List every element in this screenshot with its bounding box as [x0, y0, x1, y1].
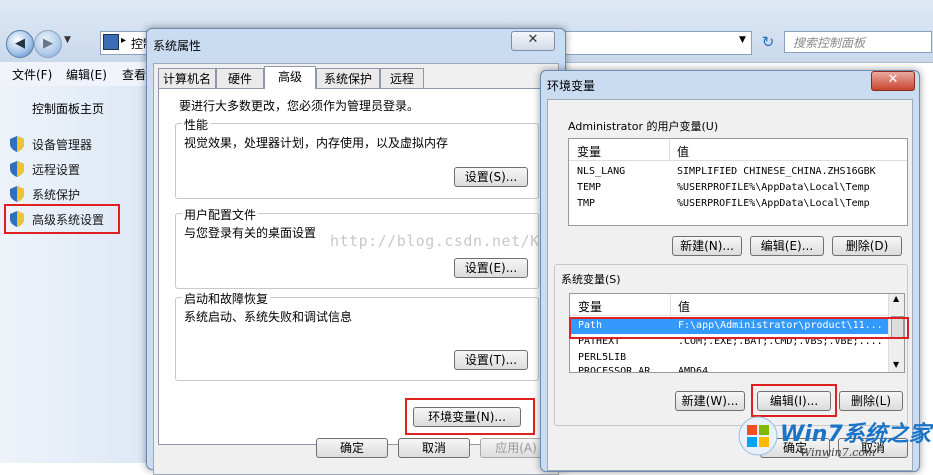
system-variables-label: 系统变量(S) [561, 273, 621, 286]
task-device-manager[interactable]: 设备管理器 [32, 136, 92, 153]
task-advanced-system-settings[interactable]: 高级系统设置 [32, 211, 104, 228]
user-new-button[interactable]: 新建(N)... [672, 236, 742, 256]
tab-computer-name[interactable]: 计算机名 [158, 68, 216, 88]
performance-settings-button[interactable]: 设置(S)... [454, 167, 528, 187]
breadcrumb-separator-icon: ▸ [121, 35, 127, 46]
close-button[interactable]: ✕ [511, 31, 555, 51]
list-header: 变量 值 [570, 294, 888, 316]
performance-group: 性能 视觉效果，处理器计划，内存使用，以及虚拟内存 设置(S)... [175, 116, 539, 199]
dialog-client: 计算机名 硬件 高级 系统保护 远程 要进行大多数更改，您必须作为管理员登录。 … [153, 63, 559, 475]
shield-icon [10, 136, 24, 152]
window-title: 环境变量 [547, 79, 596, 93]
forward-button[interactable]: ▶ [34, 30, 62, 58]
system-edit-button[interactable]: 编辑(I)... [757, 391, 831, 411]
startup-settings-button[interactable]: 设置(T)... [454, 350, 528, 370]
cancel-button[interactable]: 取消 [398, 438, 470, 458]
tab-panel: 要进行大多数更改，您必须作为管理员登录。 性能 视觉效果，处理器计划，内存使用，… [158, 88, 552, 445]
scroll-up-icon[interactable]: ▲ [893, 294, 899, 303]
back-arrow-icon: ◀ [15, 36, 25, 51]
group-description: 系统启动、系统失败和调试信息 [184, 310, 353, 324]
history-dropdown-icon[interactable]: ▼ [64, 35, 71, 45]
system-var-value: F:\app\Administrator\product\11... [678, 320, 883, 331]
close-icon: ✕ [527, 32, 539, 47]
user-var-name[interactable]: TEMP [577, 180, 667, 196]
shield-icon [10, 211, 24, 227]
environment-variables-button[interactable]: 环境变量(N)... [413, 407, 521, 427]
menu-view[interactable]: 查看 [122, 66, 146, 83]
column-divider [670, 294, 671, 315]
system-variables-list[interactable]: 变量 值 Path F:\app\Administrator\product\1… [569, 293, 905, 373]
system-variables-group: 系统变量(S) 变量 值 Path F:\app\Administrator\p… [554, 264, 909, 426]
shield-icon [10, 186, 24, 202]
system-var-name: Path [578, 320, 603, 331]
tab-hardware[interactable]: 硬件 [216, 68, 264, 88]
control-panel-home-link[interactable]: 控制面板主页 [32, 100, 104, 117]
system-var-value[interactable]: .COM;.EXE;.BAT;.CMD;.VBS;.VBE;.... [678, 334, 888, 350]
close-icon: ✕ [887, 72, 899, 87]
group-title: 启动和故障恢复 [182, 290, 271, 307]
logo-url: Winwin7.com [800, 446, 876, 459]
task-remote-settings[interactable]: 远程设置 [32, 161, 80, 178]
startup-recovery-group: 启动和故障恢复 系统启动、系统失败和调试信息 设置(T)... [175, 290, 539, 381]
task-system-protection[interactable]: 系统保护 [32, 186, 80, 203]
column-header-variable[interactable]: 变量 [578, 298, 602, 315]
system-var-name[interactable]: PROCESSOR_AR... [578, 364, 668, 372]
control-panel-icon [103, 34, 119, 50]
system-delete-button[interactable]: 删除(L) [839, 391, 903, 411]
back-button[interactable]: ◀ [6, 30, 34, 58]
refresh-icon[interactable]: ↻ [758, 33, 778, 51]
scroll-thumb[interactable] [891, 316, 904, 338]
close-button[interactable]: ✕ [871, 71, 915, 91]
user-var-name[interactable]: NLS_LANG [577, 164, 667, 180]
user-var-value[interactable]: %USERPROFILE%\AppData\Local\Temp [677, 196, 903, 212]
user-var-value[interactable]: SIMPLIFIED CHINESE_CHINA.ZHS16GBK [677, 164, 903, 180]
tab-remote[interactable]: 远程 [380, 68, 424, 88]
column-header-value[interactable]: 值 [677, 143, 689, 160]
user-var-name[interactable]: TMP [577, 196, 667, 212]
system-var-name[interactable]: PATHEXT [578, 334, 668, 350]
list-scrollbar[interactable]: ▲ ▼ [888, 294, 904, 372]
logo-text: Win7系统之家 [780, 422, 931, 447]
ok-button[interactable]: 确定 [316, 438, 388, 458]
user-profiles-settings-button[interactable]: 设置(E)... [454, 258, 528, 278]
column-header-variable[interactable]: 变量 [577, 143, 601, 160]
search-input[interactable]: 搜索控制面板 [784, 31, 932, 53]
user-variables-list[interactable]: 变量 值 NLS_LANG SIMPLIFIED CHINESE_CHINA.Z… [568, 138, 908, 226]
user-var-value[interactable]: %USERPROFILE%\AppData\Local\Temp [677, 180, 903, 196]
system-var-value[interactable]: AMD64 [678, 364, 888, 372]
group-title: 用户配置文件 [182, 206, 259, 223]
win7-logo: Win7系统之家 Winwin7.com [736, 412, 933, 463]
column-divider [669, 139, 670, 160]
windows-flag-icon [738, 416, 778, 456]
menu-bar: 文件(F) 编辑(E) 查看 [0, 62, 148, 86]
user-delete-button[interactable]: 删除(D) [832, 236, 902, 256]
window-title: 系统属性 [153, 39, 202, 53]
system-new-button[interactable]: 新建(W)... [675, 391, 745, 411]
group-description: 与您登录有关的桌面设置 [184, 226, 317, 240]
admin-note: 要进行大多数更改，您必须作为管理员登录。 [179, 99, 420, 113]
user-edit-button[interactable]: 编辑(E)... [750, 236, 824, 256]
user-variables-label: Administrator 的用户变量(U) [568, 120, 719, 133]
user-profiles-group: 用户配置文件 与您登录有关的桌面设置 设置(E)... [175, 206, 539, 289]
menu-file[interactable]: 文件(F) [12, 66, 52, 83]
forward-arrow-icon: ▶ [43, 36, 53, 51]
group-description: 视觉效果，处理器计划，内存使用，以及虚拟内存 [184, 136, 449, 150]
shield-icon [10, 161, 24, 177]
group-title: 性能 [182, 116, 211, 133]
list-header: 变量 值 [569, 139, 907, 161]
address-dropdown-icon[interactable]: ▼ [739, 35, 746, 45]
task-pane: 控制面板主页 设备管理器 远程设置 系统保护 高级系统设置 [0, 86, 148, 463]
table-row-selected[interactable]: Path F:\app\Administrator\product\11... [570, 318, 888, 334]
tab-advanced[interactable]: 高级 [264, 66, 316, 89]
menu-edit[interactable]: 编辑(E) [66, 66, 107, 83]
tab-system-protection[interactable]: 系统保护 [316, 68, 380, 88]
scroll-down-icon[interactable]: ▼ [893, 360, 899, 369]
column-header-value[interactable]: 值 [678, 298, 690, 315]
